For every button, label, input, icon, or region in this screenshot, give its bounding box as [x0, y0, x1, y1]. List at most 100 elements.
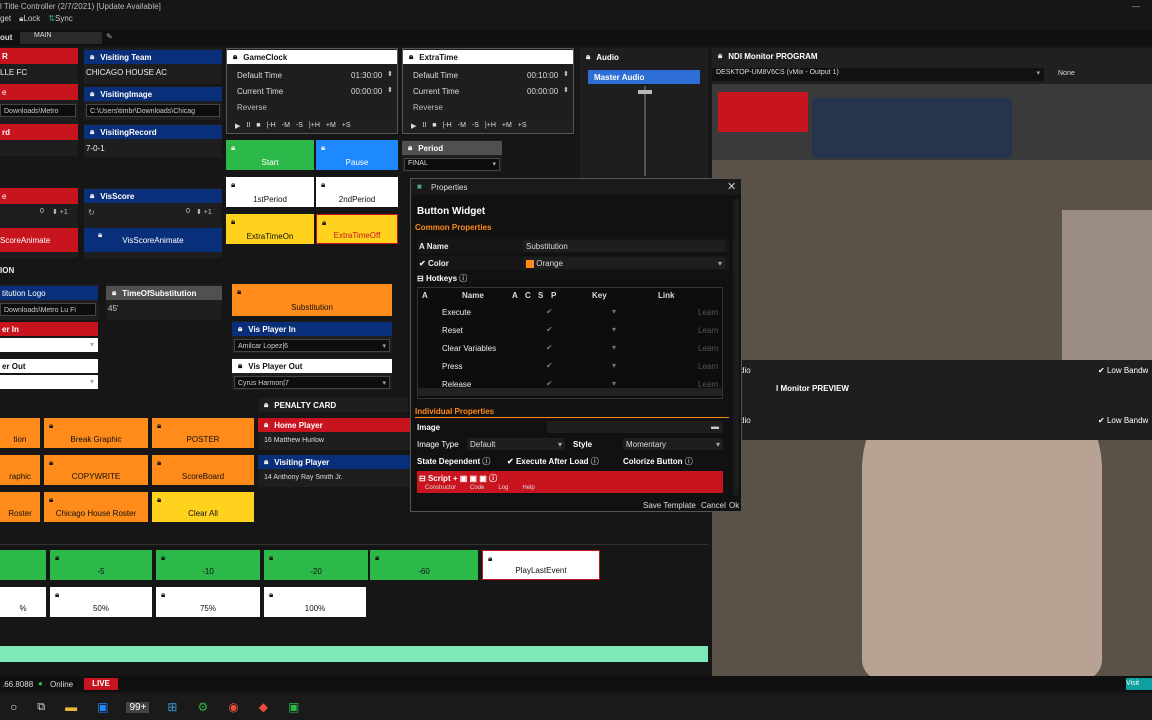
extra-time-default-value[interactable]: 00:10:00	[527, 71, 558, 80]
help-icon[interactable]: ⓘ	[459, 274, 467, 283]
stop-icon[interactable]: ■	[256, 122, 260, 130]
lock-icon[interactable]: 🔒︎	[409, 52, 413, 62]
spinner-icon[interactable]: ⬍	[563, 70, 569, 78]
tab-help[interactable]: Help	[522, 485, 534, 491]
lock-icon[interactable]: 🔒︎	[488, 554, 492, 564]
second-period-button[interactable]: 🔒︎ 2ndPeriod	[316, 177, 398, 207]
color-select[interactable]: Orange	[523, 257, 725, 269]
minus-second-button[interactable]: -S	[472, 122, 479, 130]
low-bandwidth-toggle-2[interactable]: ✔ Low Bandw	[1098, 416, 1148, 425]
spinner-icon[interactable]: ⬍	[387, 86, 393, 94]
substitution-button[interactable]: 🔒︎ Substitution	[232, 284, 392, 316]
menu-lock[interactable]: 🔒︎Lock	[19, 14, 40, 28]
ok-button[interactable]: Ok	[729, 501, 739, 510]
period-select[interactable]: FINAL	[404, 158, 500, 171]
extra-time-reverse[interactable]: Reverse	[413, 103, 443, 112]
lock-icon[interactable]: 🔒︎	[161, 590, 165, 600]
lock-icon[interactable]: 🔒︎	[269, 590, 273, 600]
style-select[interactable]: Momentary	[623, 438, 723, 450]
lock-icon[interactable]: 🔒︎	[90, 191, 94, 201]
lock-icon[interactable]: 🔒︎	[321, 180, 325, 190]
minus-20-button[interactable]: 🔒︎ -20	[264, 550, 368, 580]
minus-60-button[interactable]: 🔒︎ -60	[370, 550, 478, 580]
lock-icon[interactable]: 🔒︎	[269, 553, 273, 563]
hotkeys-section[interactable]: ⊟ Hotkeys ⓘ	[417, 273, 467, 284]
lock-icon[interactable]: 🔒︎	[55, 553, 59, 563]
play-icon[interactable]: ▶	[411, 122, 416, 130]
learn-button[interactable]: Learn	[698, 326, 718, 335]
lock-icon[interactable]: 🔒︎	[321, 143, 325, 153]
sync-icon[interactable]: ↻	[88, 208, 95, 217]
copywrite-button[interactable]: 🔒︎ COPYWRITE	[44, 455, 148, 485]
break-graphic-button[interactable]: 🔒︎ Break Graphic	[44, 418, 148, 448]
left-logo-field[interactable]: Downloads\Metro Lu Fi	[0, 303, 96, 316]
left-player-out-select[interactable]	[0, 375, 98, 389]
execute-after-load-checkbox[interactable]: ✔ Execute After Load ⓘ	[507, 456, 599, 467]
lock-icon[interactable]: 🔒︎	[157, 421, 161, 431]
lock-icon[interactable]: 🔒︎	[49, 495, 53, 505]
left-score-animate-button[interactable]: ScoreAnimate	[0, 228, 78, 252]
visiting-record-value[interactable]: 7-0-1	[86, 144, 105, 153]
plus-hour-button[interactable]: |+H	[309, 122, 320, 130]
app-icon[interactable]: ◆	[259, 700, 268, 714]
poster-button[interactable]: 🔒︎ POSTER	[152, 418, 254, 448]
folder-icon[interactable]: ▬	[65, 700, 77, 714]
left-score-spinner[interactable]: ⬍ +1	[52, 208, 68, 216]
graphic-button-4[interactable]: raphic	[0, 455, 40, 485]
close-icon[interactable]: ✕	[727, 180, 736, 193]
start-button[interactable]: 🔒︎ Start	[226, 140, 314, 170]
lock-icon[interactable]: 🔒︎	[90, 52, 94, 62]
lock-icon[interactable]: 🔒︎	[718, 51, 722, 61]
roster-button[interactable]: Roster	[0, 492, 40, 522]
minimize-button[interactable]: —	[1132, 2, 1140, 11]
left-image-field[interactable]: Downloads\Metro	[0, 104, 76, 117]
tab-constructor[interactable]: Constructor	[425, 485, 456, 491]
percent-button[interactable]: %	[0, 587, 46, 617]
folder-icon[interactable]: ▬	[711, 422, 719, 431]
learn-button[interactable]: Learn	[698, 344, 718, 353]
learn-button[interactable]: Learn	[698, 362, 718, 371]
game-clock-reverse[interactable]: Reverse	[237, 103, 267, 112]
tab-log[interactable]: Log	[498, 485, 508, 491]
home-player-value[interactable]: 16 Matthew Hurlow	[264, 437, 324, 444]
master-audio-tab[interactable]: Master Audio	[588, 70, 700, 84]
vertical-scrollbar[interactable]	[733, 199, 739, 495]
gear-icon[interactable]: ⚙	[197, 700, 208, 714]
script-header[interactable]: ⊟ Script + ▣ ▣ ▣ ⓘ	[419, 473, 497, 484]
plus-hour-button[interactable]: |+H	[485, 122, 496, 130]
extra-time-current-value[interactable]: 00:00:00	[527, 87, 558, 96]
save-template-button[interactable]: Save Template	[643, 501, 696, 510]
seventy-five-percent-button[interactable]: 🔒︎ 75%	[156, 587, 260, 617]
lock-icon[interactable]: 🔒︎	[237, 287, 241, 297]
plus-second-button[interactable]: +S	[518, 122, 527, 130]
layout-tab-main[interactable]: MAIN	[20, 32, 102, 44]
lock-icon[interactable]: 🔒︎	[55, 590, 59, 600]
help-icon[interactable]: ⓘ	[482, 457, 490, 466]
name-input[interactable]: Substitution	[523, 240, 725, 252]
learn-button[interactable]: Learn	[698, 308, 718, 317]
extra-time-off-button[interactable]: 🔒︎ ExtraTimeOff	[316, 214, 398, 244]
chicago-house-roster-button[interactable]: 🔒︎ Chicago House Roster	[44, 492, 148, 522]
spinner-icon[interactable]: ⬍	[387, 70, 393, 78]
vis-score-value[interactable]: 0	[186, 208, 190, 215]
cancel-button[interactable]: Cancel	[701, 501, 726, 510]
live-badge[interactable]: LIVE	[84, 678, 118, 690]
terminal-icon[interactable]: ▣	[288, 700, 299, 714]
spinner-icon[interactable]: ⬍	[563, 86, 569, 94]
plus-minute-button[interactable]: +M	[502, 122, 512, 130]
plus-minute-button[interactable]: +M	[326, 122, 336, 130]
minus-minute-button[interactable]: -M	[282, 122, 290, 130]
lock-icon[interactable]: 🔒︎	[233, 52, 237, 62]
visiting-player-value[interactable]: 14 Anthony Ray Smith Jr.	[264, 474, 343, 481]
colorize-button-checkbox[interactable]: Colorize Button ⓘ	[623, 456, 693, 467]
play-last-event-button[interactable]: 🔒︎ PlayLastEvent	[482, 550, 600, 580]
ndi-none-option[interactable]: None	[1058, 70, 1075, 77]
lock-icon[interactable]: 🔒︎	[98, 230, 102, 240]
lock-icon[interactable]: 🔒︎	[231, 143, 235, 153]
lock-icon[interactable]: 🔒︎	[231, 217, 235, 227]
lock-icon[interactable]: 🔒︎	[49, 458, 53, 468]
help-icon[interactable]: ⓘ	[591, 457, 599, 466]
extra-time-on-button[interactable]: 🔒︎ ExtraTimeOn	[226, 214, 314, 244]
lock-icon[interactable]: 🔒︎	[264, 420, 268, 430]
lock-icon[interactable]: 🔒︎	[375, 553, 379, 563]
